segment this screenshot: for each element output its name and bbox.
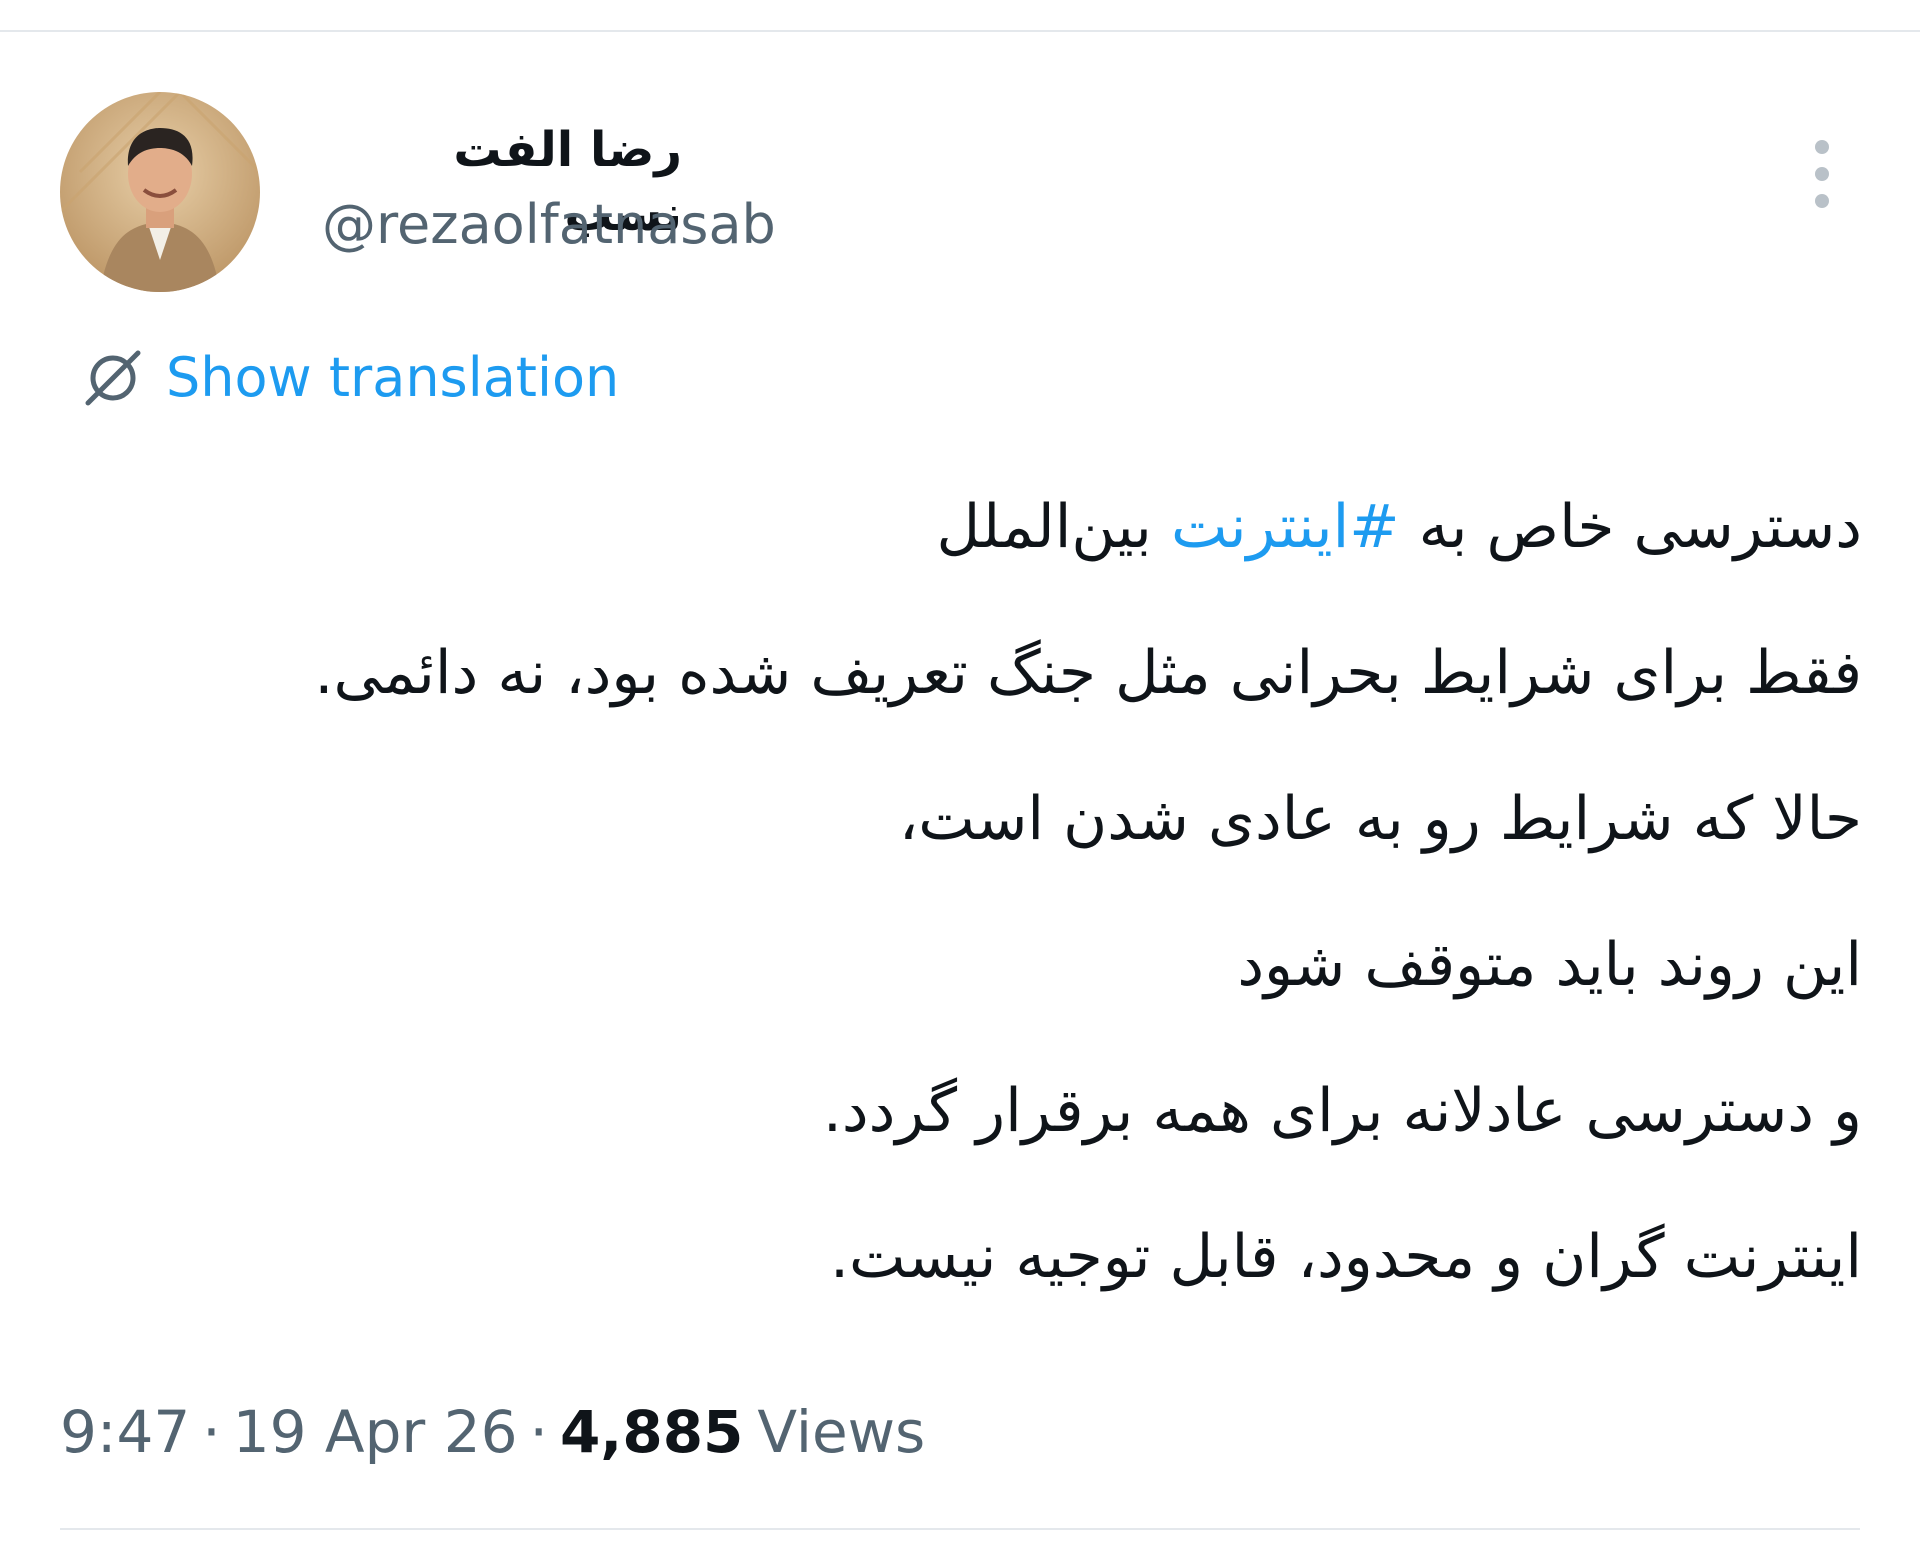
- top-divider: [0, 30, 1920, 32]
- more-vertical-icon: [1815, 194, 1829, 208]
- bottom-divider: [60, 1528, 1860, 1530]
- tweet-date[interactable]: 19 Apr 26: [233, 1398, 518, 1466]
- user-portrait-icon: [60, 92, 260, 292]
- views-label: Views: [757, 1398, 926, 1466]
- globe-translate-icon: [85, 350, 141, 406]
- tweet-meta: 9:47 · 19 Apr 26 · 4,885 Views: [60, 1392, 925, 1472]
- tweet-line: و دسترسی عادلانه برای همه برقرار گردد.: [822, 1076, 1862, 1146]
- tweet-time[interactable]: 9:47: [60, 1398, 190, 1466]
- tweet-text: دسترسی خاص به #اینترنت بین‌الملل فقط برا…: [60, 490, 1862, 1366]
- tweet-line: اینترنت گران و محدود، قابل توجیه نیست.: [829, 1222, 1862, 1292]
- meta-separator: ·: [202, 1398, 221, 1466]
- views-count[interactable]: 4,885: [560, 1398, 743, 1466]
- author-handle[interactable]: @rezaolfatnasab: [322, 192, 776, 258]
- show-translation-button[interactable]: Show translation: [82, 346, 619, 410]
- tweet-line: فقط برای شرایط بحرانی مثل جنگ تعریف شده …: [314, 638, 1862, 708]
- hashtag-link[interactable]: #اینترنت: [1171, 492, 1400, 562]
- tweet-line: حالا که شرایط رو به عادی شدن است،: [898, 784, 1862, 854]
- tweet-line: دسترسی خاص به #اینترنت بین‌الملل: [60, 490, 1862, 564]
- avatar[interactable]: [60, 92, 260, 292]
- more-options-button[interactable]: [1798, 136, 1846, 212]
- more-vertical-icon: [1815, 167, 1829, 181]
- tweet-text-segment: دسترسی خاص به: [1399, 492, 1862, 562]
- show-translation-label: Show translation: [166, 346, 620, 409]
- meta-separator: ·: [529, 1398, 548, 1466]
- more-vertical-icon: [1815, 140, 1829, 154]
- tweet-text-segment: بین‌الملل: [936, 492, 1171, 562]
- tweet-line: این روند باید متوقف شود: [1237, 930, 1862, 1000]
